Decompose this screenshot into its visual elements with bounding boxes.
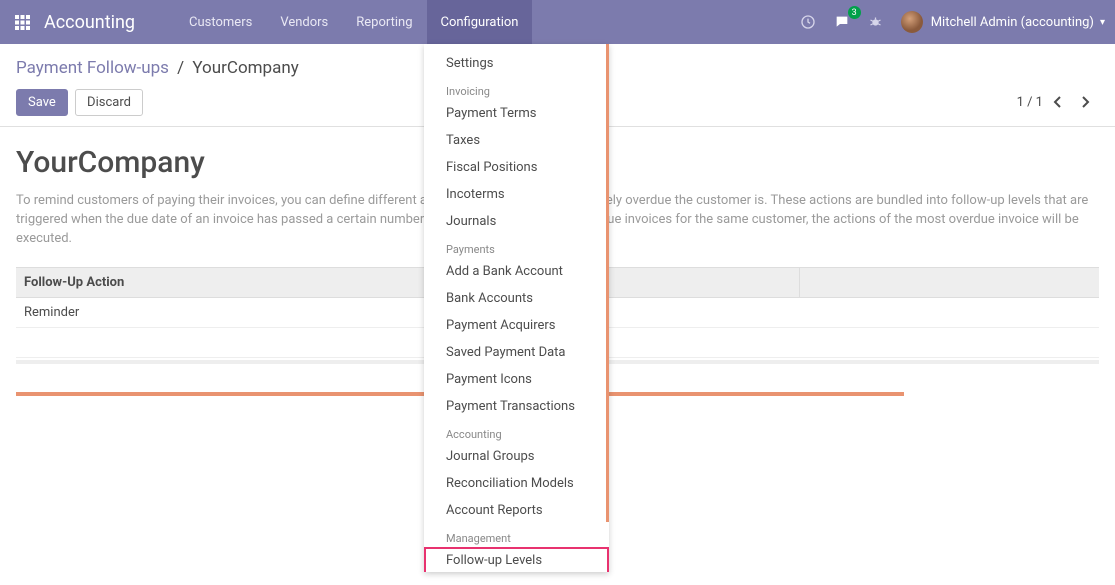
dd-header-payments: Payments	[424, 235, 609, 258]
messages-icon[interactable]: 3	[825, 0, 859, 44]
save-button[interactable]: Save	[16, 89, 68, 116]
col-due[interactable]	[799, 267, 1099, 297]
dd-journal-groups[interactable]: Journal Groups	[424, 443, 609, 470]
user-menu[interactable]: Mitchell Admin (accounting) ▾	[893, 11, 1105, 33]
dd-header-invoicing: Invoicing	[424, 77, 609, 100]
dd-payment-acquirers[interactable]: Payment Acquirers	[424, 312, 609, 339]
avatar	[901, 11, 923, 33]
dd-taxes[interactable]: Taxes	[424, 127, 609, 154]
app-brand[interactable]: Accounting	[44, 12, 135, 33]
user-name: Mitchell Admin (accounting)	[931, 15, 1094, 30]
pager-prev[interactable]	[1043, 88, 1071, 116]
caret-down-icon: ▾	[1100, 17, 1105, 28]
breadcrumb-current: YourCompany	[192, 58, 298, 78]
nav-vendors[interactable]: Vendors	[266, 0, 342, 44]
apps-icon[interactable]	[0, 0, 44, 44]
dd-reconciliation[interactable]: Reconciliation Models	[424, 470, 609, 497]
nav-reporting[interactable]: Reporting	[342, 0, 426, 44]
cell-action[interactable]: Reminder	[16, 297, 799, 327]
dd-header-accounting: Accounting	[424, 420, 609, 443]
dd-follow-up-levels[interactable]: Follow-up Levels	[424, 547, 609, 572]
pager: 1 / 1	[1017, 88, 1099, 116]
breadcrumb-sep: /	[177, 58, 184, 78]
dd-add-bank[interactable]: Add a Bank Account	[424, 258, 609, 285]
messages-badge: 3	[848, 6, 861, 19]
discard-button[interactable]: Discard	[75, 89, 143, 116]
dd-payment-terms[interactable]: Payment Terms	[424, 100, 609, 127]
debug-icon[interactable]	[859, 0, 893, 44]
dd-account-reports[interactable]: Account Reports	[424, 497, 609, 524]
configuration-dropdown: Settings Invoicing Payment Terms Taxes F…	[424, 44, 609, 572]
dd-journals[interactable]: Journals	[424, 208, 609, 235]
pager-value[interactable]: 1 / 1	[1017, 95, 1043, 110]
nav-customers[interactable]: Customers	[175, 0, 266, 44]
dd-bank-accounts[interactable]: Bank Accounts	[424, 285, 609, 312]
breadcrumb-root[interactable]: Payment Follow-ups	[16, 58, 169, 78]
dd-incoterms[interactable]: Incoterms	[424, 181, 609, 208]
dropdown-scrollbar[interactable]	[606, 44, 609, 522]
dd-fiscal-positions[interactable]: Fiscal Positions	[424, 154, 609, 181]
dd-payment-transactions[interactable]: Payment Transactions	[424, 393, 609, 420]
pager-next[interactable]	[1071, 88, 1099, 116]
dd-header-management: Management	[424, 524, 609, 547]
dd-settings[interactable]: Settings	[424, 50, 609, 77]
dd-saved-payment[interactable]: Saved Payment Data	[424, 339, 609, 366]
activity-icon[interactable]	[791, 0, 825, 44]
col-followup-action[interactable]: Follow-Up Action	[16, 267, 799, 297]
nav-configuration[interactable]: Configuration	[427, 0, 533, 44]
cell-due[interactable]	[799, 297, 1099, 327]
dd-payment-icons[interactable]: Payment Icons	[424, 366, 609, 393]
